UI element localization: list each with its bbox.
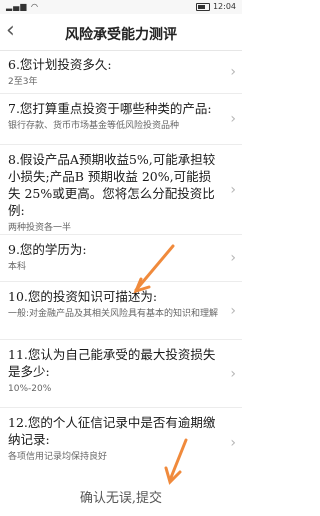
page-title: 风险承受能力测评 (65, 27, 177, 43)
answer-text: 银行存款、货币市场基金等低风险投资品种 (8, 121, 180, 131)
question-text: 9.您的学历为: (8, 242, 87, 257)
chevron-right-icon: › (230, 302, 236, 319)
submit-button[interactable]: 确认无误,提交 (0, 482, 242, 516)
answer-text: 一般:对金融产品及其相关风险具有基本的知识和理解 (8, 309, 219, 319)
answer-text: 10%-20% (8, 384, 52, 394)
chevron-right-icon: › (230, 250, 236, 266)
question-text: 12.您的个人征信记录中是否有逾期缴纳记录: (8, 415, 216, 447)
chevron-right-icon: › (230, 63, 236, 80)
chevron-right-icon: › (230, 111, 236, 127)
signal-wifi-icons: ▂▄▆ ◠ (6, 2, 39, 11)
question-item-7[interactable]: 7.您打算重点投资于哪些种类的产品: 银行存款、货币市场基金等低风险投资品种 › (0, 94, 242, 145)
chevron-right-icon: › (230, 365, 236, 382)
status-bar: ▂▄▆ ◠ 12:04 (0, 0, 242, 14)
question-item-10[interactable]: 10.您的投资知识可描述为: 一般:对金融产品及其相关风险具有基本的知识和理解 … (0, 282, 242, 340)
question-text: 11.您认为自己能承受的最大投资损失是多少: (8, 347, 216, 379)
question-item-12[interactable]: 12.您的个人征信记录中是否有逾期缴纳记录: 各项信用记录均保持良好 › (0, 408, 242, 478)
status-right: 12:04 (195, 2, 236, 11)
battery-icon (195, 2, 210, 11)
answer-text: 各项信用记录均保持良好 (8, 452, 108, 462)
question-text: 7.您打算重点投资于哪些种类的产品: (8, 101, 212, 116)
question-text: 6.您计划投资多久: (8, 57, 112, 72)
question-list: 6.您计划投资多久: 2至3年 › 7.您打算重点投资于哪些种类的产品: 银行存… (0, 50, 242, 478)
question-item-6[interactable]: 6.您计划投资多久: 2至3年 › (0, 50, 242, 94)
answer-text: 两种投资各一半 (8, 223, 72, 233)
answer-text: 本科 (8, 262, 27, 272)
status-time: 12:04 (212, 2, 236, 11)
nav-bar: ‹ 风险承受能力测评 (0, 14, 242, 51)
question-text: 8.假设产品A预期收益5%,可能承担较小损失;产品B 预期收益 20%,可能损失… (8, 152, 216, 218)
question-item-8[interactable]: 8.假设产品A预期收益5%,可能承担较小损失;产品B 预期收益 20%,可能损失… (0, 145, 242, 235)
chevron-right-icon: › (230, 181, 236, 198)
question-item-9[interactable]: 9.您的学历为: 本科 › (0, 235, 242, 282)
chevron-right-icon: › (230, 435, 236, 451)
question-text: 10.您的投资知识可描述为: (8, 289, 158, 304)
question-item-11[interactable]: 11.您认为自己能承受的最大投资损失是多少: 10%-20% › (0, 340, 242, 408)
answer-text: 2至3年 (8, 77, 38, 87)
